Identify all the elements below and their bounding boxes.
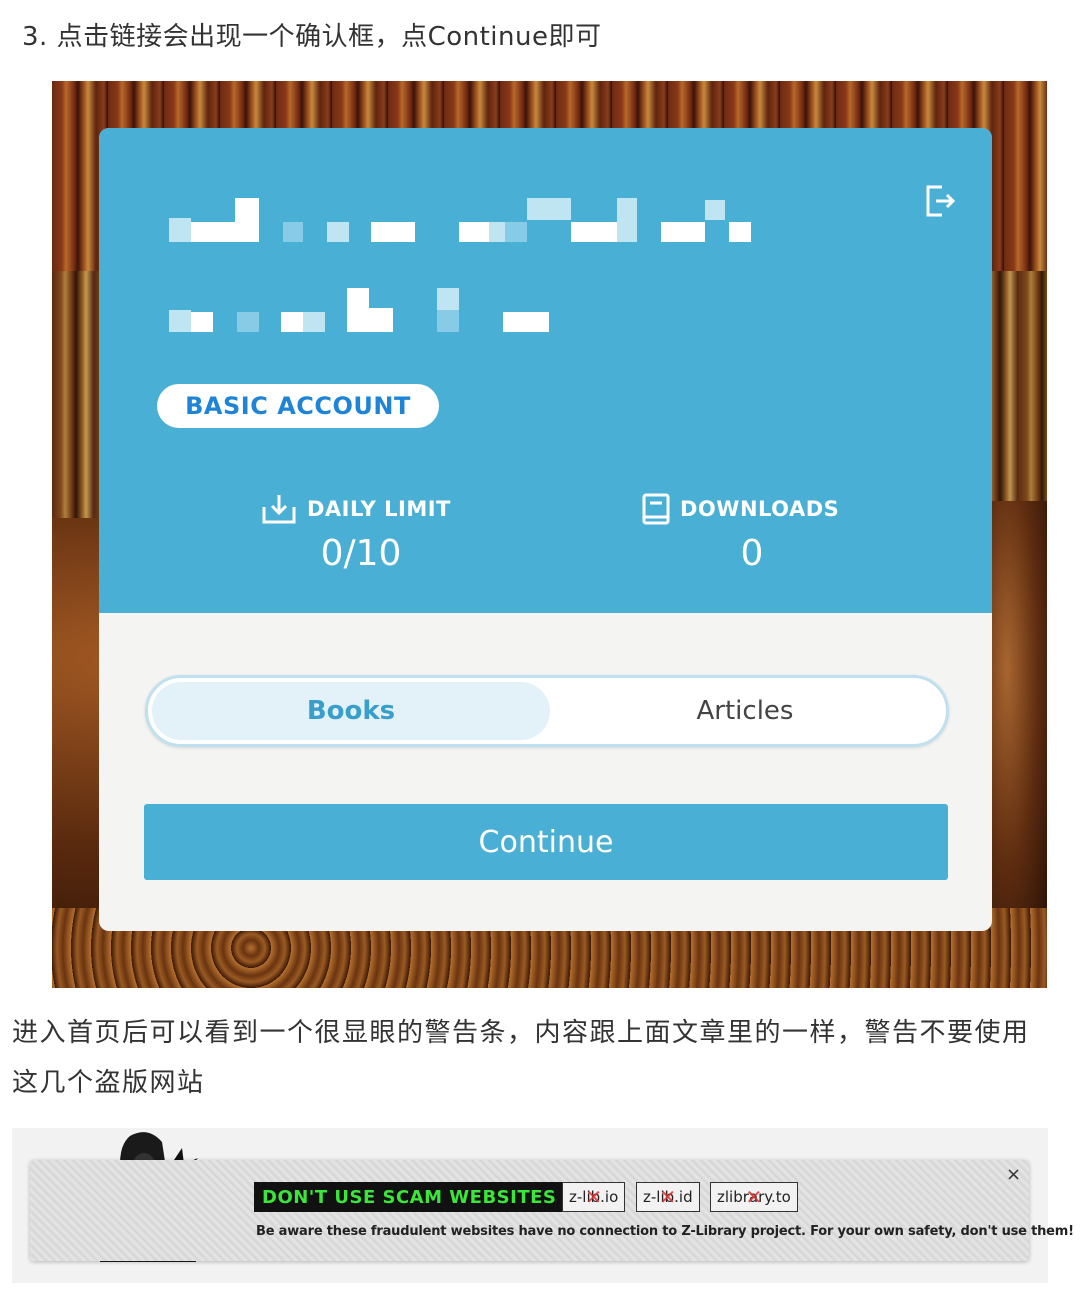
daily-limit-stat: DAILY LIMIT 0/10 (261, 493, 461, 574)
download-tray-icon (262, 495, 296, 524)
content-type-tabs: Books Articles (145, 675, 949, 747)
book-icon (642, 493, 670, 525)
logout-icon[interactable] (924, 184, 956, 218)
downloads-label: DOWNLOADS (680, 497, 840, 521)
scam-domain: z-lib.id ✕ (636, 1182, 700, 1212)
downloads-stat: DOWNLOADS 0 (642, 493, 862, 574)
article-paragraph: 进入首页后可以看到一个很显眼的警告条，内容跟上面文章里的一样，警告不要使用这几个… (12, 1018, 1030, 1098)
continue-button[interactable]: Continue (144, 804, 948, 880)
tab-articles[interactable]: Articles (546, 682, 944, 740)
account-header: BASIC ACCOUNT DAILY LIMIT 0/10 DOWNLOADS… (99, 128, 992, 613)
warning-banner-screenshot: DON'T USE SCAM WEBSITES z-lib.io ✕ z-lib… (12, 1128, 1074, 1283)
confirmation-screenshot: BASIC ACCOUNT DAILY LIMIT 0/10 DOWNLOADS… (52, 81, 1047, 988)
scam-domain: z-lib.io ✕ (562, 1182, 626, 1212)
cross-icon: ✕ (585, 1185, 603, 1209)
step-instruction: 3. 点击链接会出现一个确认框，点Continue即可 (22, 22, 602, 52)
cross-icon: ✕ (659, 1185, 677, 1209)
account-type-badge: BASIC ACCOUNT (157, 384, 439, 428)
account-dialog: BASIC ACCOUNT DAILY LIMIT 0/10 DOWNLOADS… (99, 128, 992, 931)
scam-warning-banner: DON'T USE SCAM WEBSITES z-lib.io ✕ z-lib… (30, 1160, 1074, 1261)
cross-icon: ✕ (745, 1185, 763, 1209)
downloads-value: 0 (740, 533, 764, 574)
scam-warning-title: DON'T USE SCAM WEBSITES (254, 1182, 565, 1212)
daily-limit-label: DAILY LIMIT (307, 497, 451, 521)
daily-limit-value: 0/10 (320, 533, 402, 574)
scam-domain: zlibrary.to ✕ (710, 1182, 798, 1212)
close-banner-button[interactable]: × (1006, 1164, 1021, 1185)
tab-books[interactable]: Books (152, 682, 550, 740)
scam-warning-message: Be aware these fraudulent websites have … (256, 1224, 1074, 1239)
